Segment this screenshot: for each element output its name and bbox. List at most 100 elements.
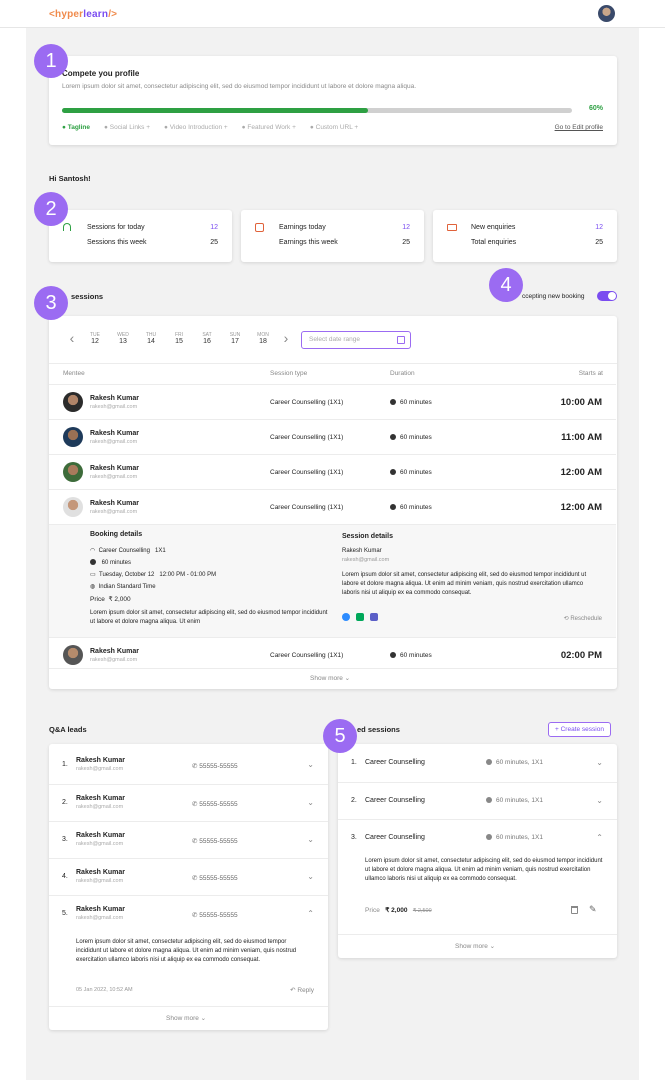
featured-show-more[interactable]: Show more ⌄ [455,942,495,950]
chevron-up-icon[interactable]: ⌃ [307,909,314,918]
user-avatar[interactable] [598,5,615,22]
qa-leads-card: 1. Rakesh Kumar rakesh@gmail.com ✆ 55555… [49,744,328,1030]
edit-icon[interactable]: ✎ [589,904,597,915]
chevron-down-icon[interactable]: ⌄ [307,760,314,769]
phone-icon: ✆ [192,875,198,882]
date-sun[interactable]: SUN 17 [221,332,249,345]
step-video-introduction[interactable]: ● Video Introduction + [164,124,228,131]
edit-profile-link[interactable]: Go to Edit profile [555,124,603,131]
accepting-booking-toggle[interactable] [597,291,617,301]
featured-sessions-card: 1. Career Counselling 60 minutes, 1X1 ⌄ … [338,744,617,958]
header-duration: Duration [390,370,415,377]
clock-icon [390,399,396,405]
stat-label-5: New enquiries [471,224,516,231]
list-item[interactable]: 1. Rakesh Kumar rakesh@gmail.com ✆ 55555… [49,747,328,784]
table-row[interactable]: Rakesh Kumar rakesh@gmail.com Career Cou… [49,384,616,419]
calendar-icon [397,336,405,344]
profile-completion-card: Compete you profile Lorem ipsum dolor si… [49,56,617,145]
list-item[interactable]: 4. Rakesh Kumar rakesh@gmail.com ✆ 55555… [49,858,328,895]
chevron-up-icon[interactable]: ⌃ [596,833,603,842]
annotation-badge-4: 4 [489,268,523,302]
next-dates-icon[interactable]: › [277,330,295,346]
date-strip: ‹ TUE 12 WED 13 THU 14 FRI 15 SAT 16 SUN 17 MO… [63,330,295,346]
chevron-down-icon[interactable]: ⌄ [307,872,314,881]
session-description: Lorem ipsum dolor sit amet, consectetur … [342,572,587,596]
stat-value-1: 12 [210,224,218,231]
stat-label-4: Earnings this week [279,239,338,246]
table-row[interactable]: Rakesh Kumar rakesh@gmail.com Career Cou… [49,637,616,672]
reply-icon: ↶ [290,987,296,994]
qa-show-more[interactable]: Show more ⌄ [166,1014,206,1022]
stat-value-3: 12 [402,224,410,231]
phone-icon: ✆ [192,763,198,770]
step-featured-work[interactable]: ● Featured Work + [242,124,296,131]
date-fri[interactable]: FRI 15 [165,332,193,345]
headset-icon: ◠ [90,548,96,554]
chevron-down-icon[interactable]: ⌄ [596,758,603,767]
annotation-badge-3: 3 [34,286,68,320]
list-item[interactable]: 5. Rakesh Kumar rakesh@gmail.com ✆ 55555… [49,895,328,932]
mentee-avatar [63,427,83,447]
stat-label-2: Sessions this week [87,239,147,246]
stat-value-4: 25 [402,239,410,246]
annotation-badge-1: 1 [34,44,68,78]
dashboard-canvas: Compete you profile Lorem ipsum dolor si… [26,28,639,1080]
prev-dates-icon[interactable]: ‹ [63,330,81,346]
clock-icon [390,504,396,510]
logo-bracket-close: /> [108,9,118,20]
list-item[interactable]: 2. Career Counselling 60 minutes, 1X1 ⌄ [338,782,617,819]
zoom-icon[interactable] [342,613,350,621]
date-range-input[interactable]: Select date range [301,331,411,349]
delete-icon[interactable] [571,906,578,914]
clock-icon [486,759,492,765]
qa-date: 05 Jan 2022, 10:52 AM [76,987,133,993]
clock-icon [90,559,96,565]
headset-icon [63,223,71,231]
date-thu[interactable]: THU 14 [137,332,165,345]
list-item[interactable]: 2. Rakesh Kumar rakesh@gmail.com ✆ 55555… [49,784,328,821]
chevron-down-icon[interactable]: ⌄ [596,796,603,805]
stat-label-6: Total enquiries [471,239,517,246]
mentee-avatar [63,392,83,412]
sessions-show-more[interactable]: Show more ⌄ [310,674,350,682]
annotation-badge-2: 2 [34,192,68,226]
chevron-down-icon[interactable]: ⌄ [307,798,314,807]
table-row[interactable]: Rakesh Kumar rakesh@gmail.com Career Cou… [49,454,616,489]
stat-card-earnings: Earnings today 12 Earnings this week 25 [241,210,424,262]
stat-label-1: Sessions for today [87,224,145,231]
booking-details-title: Booking details [90,531,143,538]
mentee-avatar [63,462,83,482]
step-tagline[interactable]: ● Tagline [62,124,90,131]
booking-note: Lorem ipsum dolor sit amet, consectetur … [90,610,328,625]
step-social-links[interactable]: ● Social Links + [104,124,150,131]
table-row[interactable]: Rakesh Kumar rakesh@gmail.com Career Cou… [49,419,616,454]
header-starts-at: Starts at [578,370,603,377]
divider [49,363,617,364]
qa-title: Q&A leads [49,725,87,734]
reschedule-button[interactable]: ⟲ Reschedule [564,615,602,622]
teams-icon[interactable] [370,613,379,621]
divider [49,1006,328,1007]
list-item[interactable]: 1. Career Counselling 60 minutes, 1X1 ⌄ [338,745,617,782]
top-bar: <hyperlearn/> [0,0,665,28]
date-tue[interactable]: TUE 12 [81,332,109,345]
logo[interactable]: <hyperlearn/> [49,9,117,20]
profile-progress-fill [62,108,368,113]
table-row[interactable]: Rakesh Kumar rakesh@gmail.com Career Cou… [49,489,616,524]
create-session-button[interactable]: + Create session [548,722,611,737]
date-sat[interactable]: SAT 16 [193,332,221,345]
list-item[interactable]: 3. Career Counselling 60 minutes, 1X1 ⌃ [338,819,617,856]
qa-expanded-text: Lorem ipsum dolor sit amet, consectetur … [76,939,297,963]
clock-icon [390,434,396,440]
chevron-down-icon[interactable]: ⌄ [307,835,314,844]
mentee-avatar [63,645,83,665]
stat-value-5: 12 [595,224,603,231]
google-meet-icon[interactable] [356,613,365,621]
date-mon[interactable]: MON 18 [249,332,277,345]
clock-icon [390,469,396,475]
step-custom-url[interactable]: ● Custom URL + [310,124,358,131]
date-wed[interactable]: WED 13 [109,332,137,345]
reply-button[interactable]: ↶ Reply [290,986,314,994]
divider [49,668,617,669]
list-item[interactable]: 3. Rakesh Kumar rakesh@gmail.com ✆ 55555… [49,821,328,858]
